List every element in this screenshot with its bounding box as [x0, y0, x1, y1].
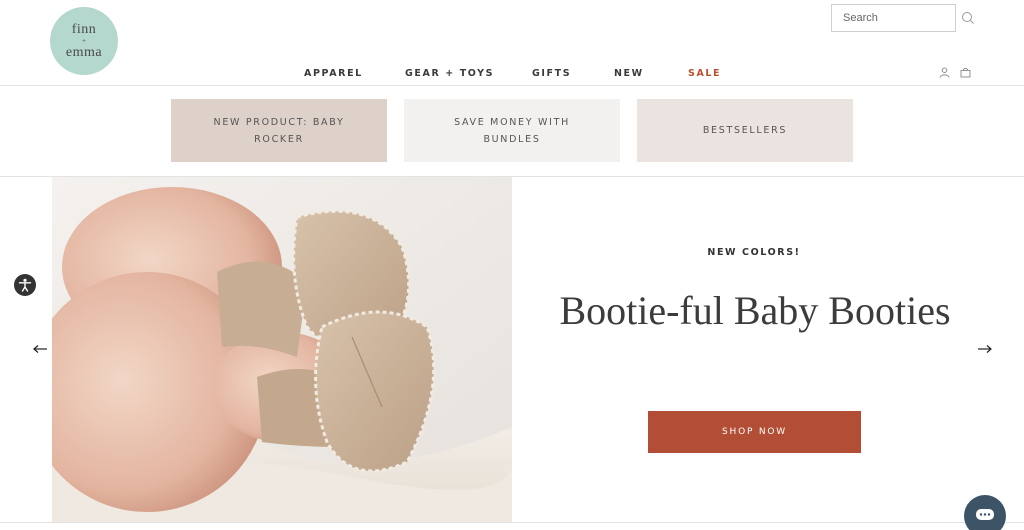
chat-button[interactable] — [964, 495, 1006, 530]
logo-line-2: + — [82, 36, 86, 45]
brand-logo[interactable]: finn + emma — [50, 7, 118, 75]
accessibility-icon — [18, 278, 32, 292]
hero-eyebrow: NEW COLORS! — [707, 247, 801, 258]
main-nav: APPAREL GEAR + TOYS GIFTS NEW SALE — [0, 68, 1024, 82]
logo-line-1: finn — [71, 21, 97, 37]
user-icon[interactable] — [939, 67, 950, 78]
chat-icon — [976, 509, 994, 520]
nav-item-gear-toys[interactable]: GEAR + TOYS — [405, 68, 494, 79]
bottom-divider — [0, 522, 1024, 523]
search-input[interactable] — [831, 4, 956, 32]
nav-item-sale[interactable]: SALE — [688, 68, 721, 79]
promo-bestsellers[interactable]: BESTSELLERS — [637, 99, 853, 162]
hero-headline: Bootie-ful Baby Booties — [559, 288, 951, 333]
search-icon[interactable] — [961, 11, 975, 25]
arrow-left-icon[interactable] — [32, 344, 48, 354]
logo-line-3: emma — [65, 44, 103, 60]
promo-bundles[interactable]: SAVE MONEY WITH BUNDLES — [404, 99, 620, 162]
header-divider — [0, 85, 1024, 86]
shop-now-button[interactable]: SHOP NOW — [648, 411, 861, 453]
hero-image-baby-booties — [52, 177, 512, 522]
promo-baby-rocker[interactable]: NEW PRODUCT: BABY ROCKER — [171, 99, 387, 162]
arrow-right-icon[interactable] — [977, 344, 993, 354]
bag-icon[interactable] — [960, 67, 971, 78]
nav-item-gifts[interactable]: GIFTS — [532, 68, 571, 79]
nav-item-new[interactable]: NEW — [614, 68, 644, 79]
nav-item-apparel[interactable]: APPAREL — [304, 68, 363, 79]
accessibility-button[interactable] — [14, 274, 36, 296]
